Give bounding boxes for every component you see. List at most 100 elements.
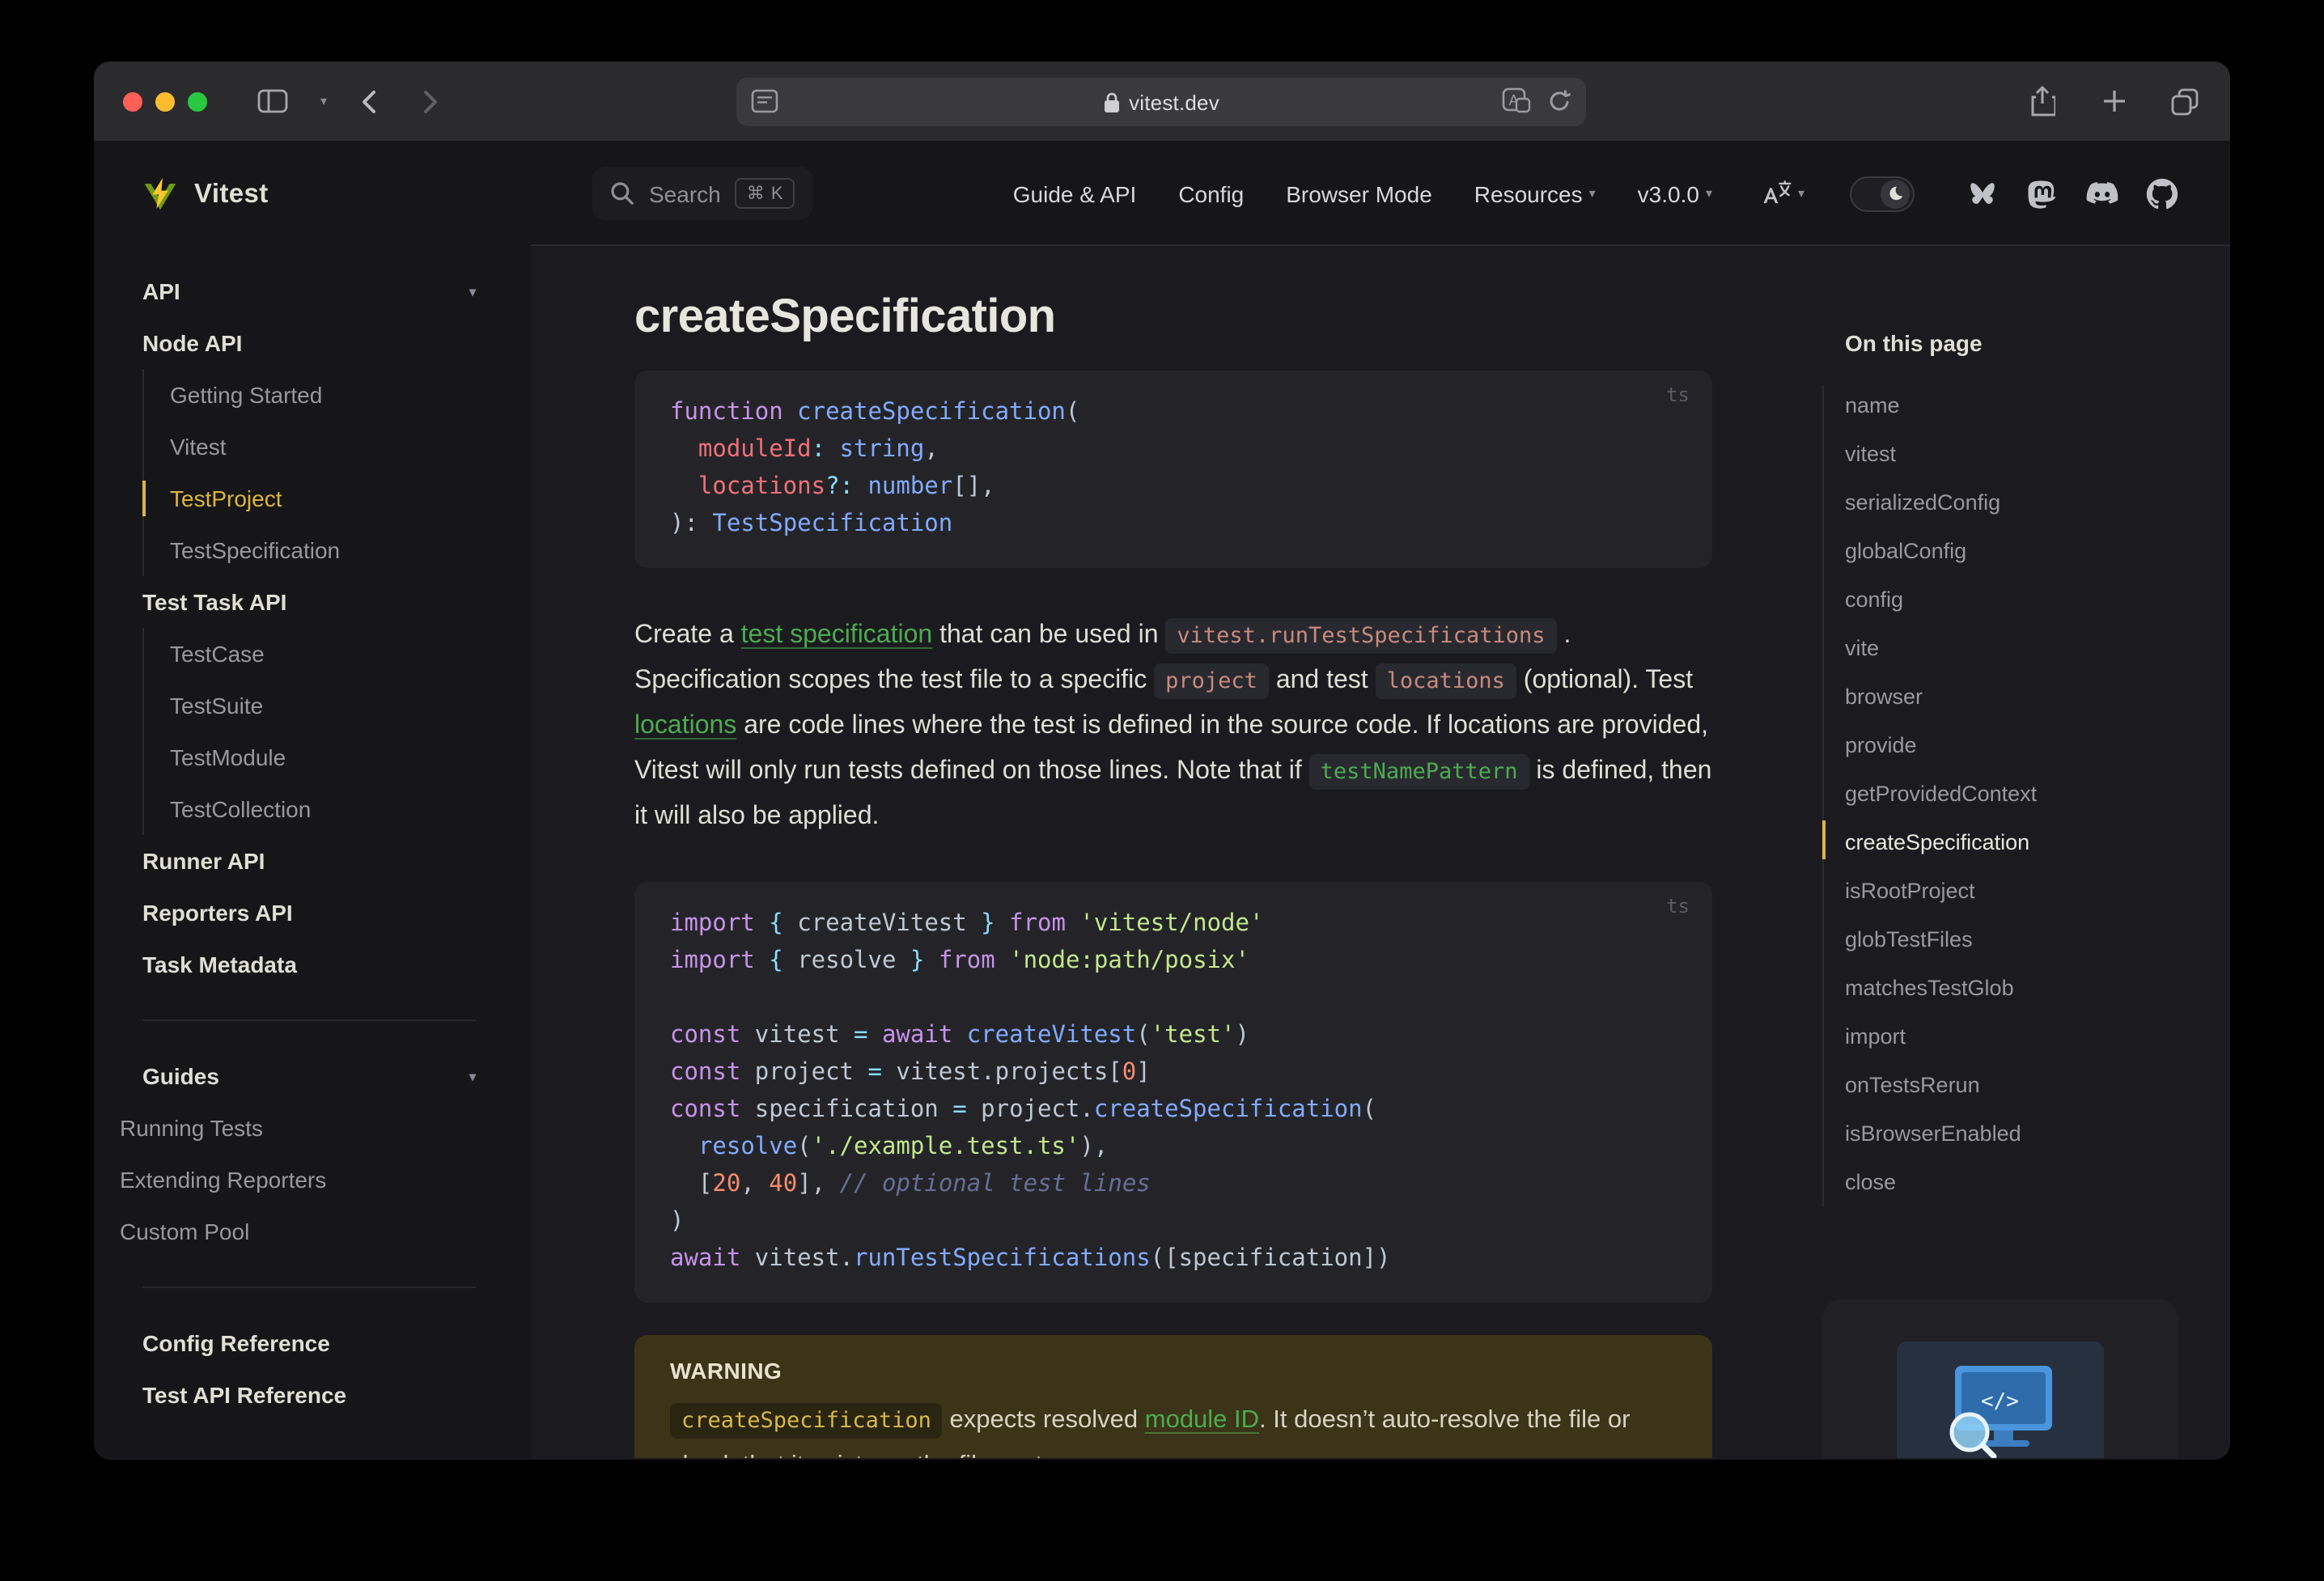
url-text: vitest.dev	[1129, 90, 1219, 114]
sidebar-item[interactable]: Vitest	[144, 421, 531, 473]
minimize-window-button[interactable]	[155, 91, 175, 111]
chevron-down-icon: ▾	[469, 284, 476, 299]
mastodon-icon[interactable]	[2026, 177, 2059, 210]
toc-item[interactable]: import	[1845, 1013, 2169, 1062]
inline-link[interactable]: locations	[634, 712, 736, 740]
browser-toolbar: ▾ vitest.dev A	[94, 61, 2230, 142]
github-icon[interactable]	[2146, 177, 2178, 210]
text-run: that can be used in	[932, 621, 1166, 649]
sidebar-group-node-api[interactable]: Node API	[94, 317, 531, 369]
theme-toggle[interactable]	[1850, 176, 1915, 211]
search-button[interactable]: Search ⌘ K	[592, 167, 813, 220]
desktop: ▾ vitest.dev A Vitest API ▾ Node API Get…	[0, 0, 2324, 1581]
sidebar-item[interactable]: Custom Pool	[94, 1206, 531, 1257]
sidebar-item[interactable]: TestCase	[144, 628, 531, 680]
nav-link-label: Resources	[1474, 180, 1583, 206]
doc-paragraph: Create a test specification that can be …	[634, 613, 1712, 840]
sidebar-item[interactable]: Running Tests	[94, 1102, 531, 1154]
toc-item[interactable]: serializedConfig	[1845, 479, 2169, 528]
sidebar-item[interactable]: TestCollection	[144, 783, 531, 835]
sidebar-group-test-task-api[interactable]: Test Task API	[94, 576, 531, 628]
text-run: Create a	[634, 621, 741, 649]
toc-item[interactable]: matchesTestGlob	[1845, 964, 2169, 1013]
nav-link-version[interactable]: v3.0.0 ▾	[1638, 180, 1712, 206]
forward-button[interactable]	[411, 82, 450, 121]
back-button[interactable]	[350, 82, 388, 121]
theme-toggle-knob	[1881, 179, 1910, 208]
discord-icon[interactable]	[2086, 177, 2118, 210]
nav-link-browser-mode[interactable]: Browser Mode	[1286, 180, 1432, 206]
code-line: resolve('./example.test.ts'),	[698, 1134, 1109, 1160]
toc-item[interactable]: isRootProject	[1845, 867, 2169, 916]
toc-item[interactable]: getProvidedContext	[1845, 770, 2169, 819]
sidebar-item[interactable]: Getting Started	[144, 369, 531, 421]
toc-item[interactable]: createSpecification	[1845, 819, 2169, 867]
toc-item[interactable]: globalConfig	[1845, 528, 2169, 576]
inline-link[interactable]: test specification	[741, 621, 933, 649]
sponsor-card[interactable]: </>	[1822, 1299, 2178, 1458]
share-icon[interactable]	[2023, 82, 2062, 121]
address-bar[interactable]: vitest.dev A	[736, 78, 1586, 126]
toc-item[interactable]: provide	[1845, 722, 2169, 770]
sidebar-item[interactable]: TestSuite	[144, 680, 531, 731]
inline-code: testNamePattern	[1308, 754, 1529, 790]
toc-item[interactable]: vite	[1845, 625, 2169, 673]
code-line: )	[670, 1209, 685, 1235]
sidebar-link[interactable]: Reporters API	[94, 887, 531, 939]
sidebar-link[interactable]: Config Reference	[94, 1317, 531, 1369]
sidebar-section-label: API	[142, 278, 180, 304]
toc-item[interactable]: config	[1845, 576, 2169, 625]
translate-page-icon[interactable]: A	[1502, 87, 1531, 120]
toc-item[interactable]: onTestsRerun	[1845, 1062, 2169, 1110]
toc-item[interactable]: isBrowserEnabled	[1845, 1110, 2169, 1159]
new-tab-icon[interactable]	[2094, 82, 2133, 121]
toc-item[interactable]: name	[1845, 382, 2169, 430]
code-line: ): TestSpecification	[670, 511, 953, 537]
warning-callout: WARNING createSpecification expects reso…	[634, 1335, 1712, 1458]
zoom-window-button[interactable]	[188, 91, 207, 111]
sidebar-section-api[interactable]: API ▾	[94, 265, 531, 317]
tab-overview-icon[interactable]	[2165, 82, 2204, 121]
inline-code: locations	[1375, 663, 1516, 699]
language-menu[interactable]: ▾	[1761, 180, 1804, 207]
sidebar-item[interactable]: TestProject	[142, 473, 531, 524]
code-line: import { createVitest } from 'vitest/nod…	[670, 911, 1264, 937]
sponsor-illustration: </>	[1897, 1342, 2104, 1458]
code-lines[interactable]: import { createVitest } from 'vitest/nod…	[670, 906, 1677, 1278]
search-icon	[611, 182, 634, 205]
sidebar-item[interactable]: TestModule	[144, 731, 531, 783]
sidebar-item[interactable]: Extending Reporters	[94, 1154, 531, 1206]
code-lines[interactable]: function createSpecification( moduleId: …	[670, 395, 1677, 544]
close-window-button[interactable]	[123, 91, 142, 111]
nav-link-config[interactable]: Config	[1178, 180, 1244, 206]
search-label: Search	[649, 180, 721, 206]
bluesky-icon[interactable]	[1966, 177, 1999, 210]
svg-text:</>: </>	[1981, 1389, 2019, 1414]
toc-item[interactable]: globTestFiles	[1845, 916, 2169, 964]
toc-item[interactable]: browser	[1845, 673, 2169, 722]
sidebar-section-guides[interactable]: Guides ▾	[94, 1050, 531, 1102]
sidebar-link[interactable]: Task Metadata	[94, 939, 531, 990]
site-logo[interactable]: Vitest	[94, 142, 531, 246]
nav-link-resources[interactable]: Resources ▾	[1474, 180, 1596, 206]
page-settings-icon[interactable]	[751, 89, 778, 118]
sidebar-item[interactable]: TestSpecification	[144, 524, 531, 576]
sidebar-link[interactable]: Runner API	[94, 835, 531, 887]
code-language-badge: ts	[1666, 895, 1690, 918]
search-shortcut: ⌘ K	[735, 178, 795, 209]
sidebar-menu-chevron-icon[interactable]: ▾	[320, 94, 327, 108]
docs-sidebar: Vitest API ▾ Node API Getting Started Vit…	[94, 142, 531, 1458]
inline-link[interactable]: module ID	[1145, 1406, 1259, 1434]
sidebar-link[interactable]: Test API Reference	[94, 1369, 531, 1421]
code-line: function createSpecification(	[670, 400, 1080, 426]
warning-title: WARNING	[670, 1358, 782, 1384]
toc-item[interactable]: close	[1845, 1159, 2169, 1207]
nav-link-guide-api[interactable]: Guide & API	[1013, 180, 1137, 206]
toc-item[interactable]: vitest	[1845, 430, 2169, 479]
sidebar-section-label: Guides	[142, 1063, 219, 1089]
lock-icon	[1104, 91, 1119, 112]
sidebar-divider	[142, 1019, 476, 1021]
code-block-example: ts import { createVitest } from 'vitest/…	[634, 882, 1712, 1303]
sidebar-toggle-icon[interactable]	[252, 82, 291, 121]
reload-icon[interactable]	[1547, 89, 1571, 118]
